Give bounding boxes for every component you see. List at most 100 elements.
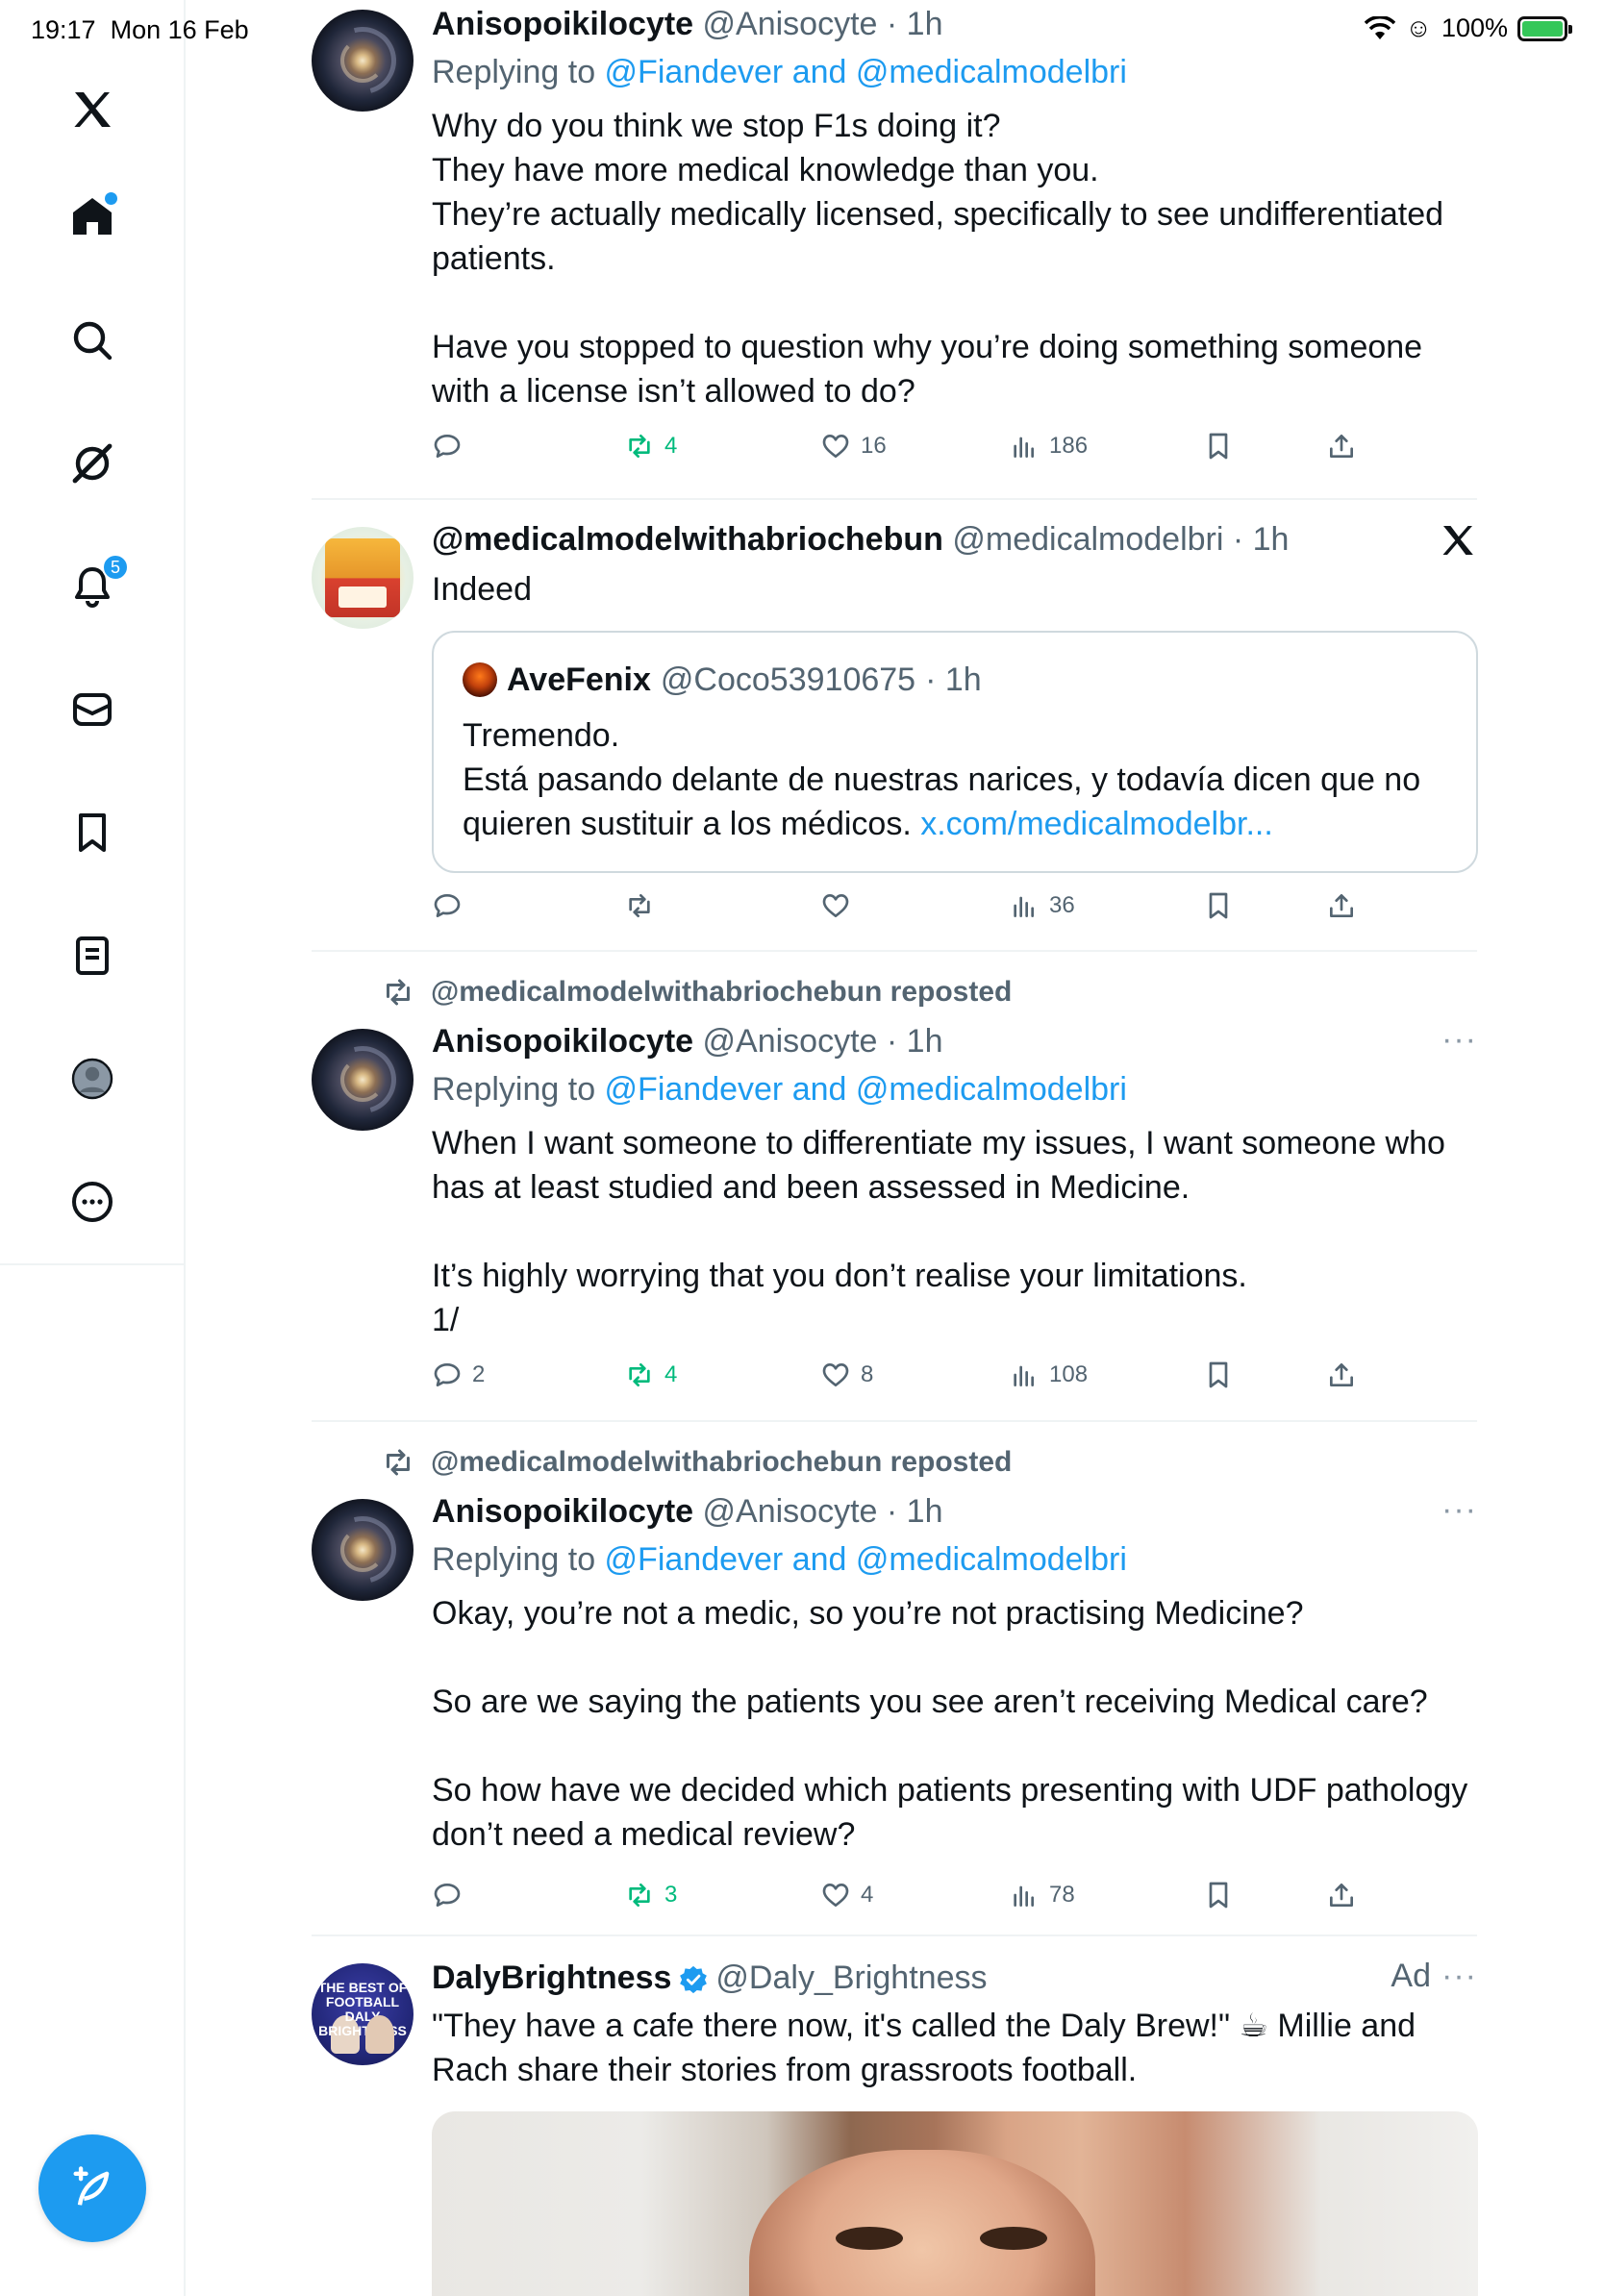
- views-icon: [1014, 437, 1034, 458]
- author-handle[interactable]: @Anisocyte: [703, 6, 878, 42]
- quote-link[interactable]: x.com/medicalmodelbr...: [920, 806, 1273, 842]
- divider: [312, 1934, 1477, 1936]
- quote-tweet[interactable]: AveFenix @Coco53910675 · 1h Tremendo. Es…: [432, 631, 1478, 873]
- tweet-header: Anisopoikilocyte @Anisocyte · 1h: [432, 4, 1477, 44]
- replying-to: Replying to @Fiandever and @medicalmodel…: [432, 1071, 1127, 1108]
- reply-mentions[interactable]: @Fiandever and @medicalmodelbri: [605, 54, 1127, 90]
- author-handle[interactable]: @Anisocyte: [703, 1493, 878, 1530]
- reply-button[interactable]: [432, 1880, 472, 1910]
- lists-icon: [76, 936, 109, 975]
- bookmark-icon: [1209, 892, 1228, 919]
- share-icon: [1330, 1884, 1353, 1907]
- nav-more[interactable]: [63, 1173, 121, 1231]
- share-button[interactable]: [1326, 431, 1357, 462]
- share-button[interactable]: [1326, 890, 1357, 921]
- author-name[interactable]: DalyBrightness: [432, 1959, 671, 1996]
- nav-messages[interactable]: [63, 681, 121, 738]
- compose-button[interactable]: [38, 2134, 146, 2242]
- tweet-actions: 36: [432, 890, 1374, 933]
- bookmark-button[interactable]: [1203, 431, 1234, 462]
- avatar[interactable]: THE BEST OF FOOTBALL DALY BRIGHTNESS: [312, 1963, 414, 2065]
- reply-mentions[interactable]: @Fiandever and @medicalmodelbri: [605, 1071, 1127, 1108]
- reply-icon: [434, 435, 461, 458]
- divider: [312, 1420, 1477, 1422]
- nav-search[interactable]: [63, 312, 121, 369]
- repost-label[interactable]: @medicalmodelwithabriochebun reposted: [431, 976, 1012, 1009]
- repost-button[interactable]: 4: [624, 1360, 677, 1390]
- like-button[interactable]: 16: [820, 431, 887, 462]
- more-icon[interactable]: ···: [1441, 1021, 1477, 1059]
- repost-indicator: @medicalmodelwithabriochebun reposted: [381, 1445, 1012, 1480]
- author-handle[interactable]: @Daly_Brightness: [715, 1959, 987, 1996]
- like-button[interactable]: 4: [820, 1880, 873, 1910]
- author-name[interactable]: Anisopoikilocyte: [432, 6, 693, 42]
- video-thumbnail[interactable]: [432, 2111, 1478, 2296]
- reply-button[interactable]: [432, 890, 472, 921]
- ad-label: Ad: [1391, 1958, 1431, 1994]
- bookmark-button[interactable]: [1203, 1360, 1234, 1390]
- repost-icon: [387, 1449, 410, 1476]
- reply-button[interactable]: 2: [432, 1360, 485, 1390]
- avatar[interactable]: [312, 1029, 414, 1131]
- avatar[interactable]: [312, 10, 414, 112]
- compose-icon: [73, 2166, 110, 2206]
- nav-home[interactable]: [63, 188, 121, 246]
- nav-notifications[interactable]: 5: [63, 554, 129, 615]
- grok-icon: [72, 443, 113, 484]
- repost-label[interactable]: @medicalmodelwithabriochebun reposted: [431, 1446, 1012, 1479]
- share-button[interactable]: [1326, 1880, 1357, 1910]
- tweet-time: · 1h: [886, 6, 943, 42]
- repost-button[interactable]: [624, 890, 664, 921]
- tweet-header: Anisopoikilocyte @Anisocyte · 1h: [432, 1021, 1477, 1061]
- nav-grok[interactable]: [63, 435, 121, 492]
- sidebar-divider: [0, 1263, 186, 1265]
- profile-icon: [71, 1058, 113, 1100]
- battery-icon: [1517, 15, 1572, 41]
- more-icon[interactable]: ···: [1441, 1958, 1477, 1995]
- author-name[interactable]: Anisopoikilocyte: [432, 1493, 693, 1530]
- x-logo-icon[interactable]: [63, 81, 121, 138]
- reply-icon: [434, 1884, 461, 1907]
- tweet-header: @medicalmodelwithabriochebun @medicalmod…: [432, 519, 1477, 560]
- tweet-actions: 3 4 78: [432, 1880, 1374, 1922]
- nav-profile[interactable]: [63, 1050, 121, 1108]
- like-icon: [822, 1363, 849, 1386]
- author-handle[interactable]: @medicalmodelbri: [952, 521, 1223, 558]
- share-icon: [1330, 1363, 1353, 1386]
- repost-button[interactable]: 3: [624, 1880, 677, 1910]
- quote-author-name: AveFenix: [507, 661, 651, 698]
- bookmark-icon: [1209, 433, 1228, 460]
- views-button[interactable]: 108: [1009, 1360, 1088, 1390]
- views-button[interactable]: 36: [1009, 890, 1075, 921]
- repost-icon: [629, 894, 650, 917]
- nav-bookmarks[interactable]: [63, 804, 121, 861]
- more-icon[interactable]: ···: [1441, 1491, 1477, 1529]
- reply-button[interactable]: [432, 431, 472, 462]
- avatar-text: THE BEST OF FOOTBALL DALY BRIGHTNESS: [317, 1980, 408, 2038]
- views-icon: [1014, 896, 1034, 917]
- divider: [312, 950, 1477, 952]
- author-name[interactable]: @medicalmodelwithabriochebun: [432, 521, 943, 558]
- bookmark-button[interactable]: [1203, 890, 1234, 921]
- tweet-text: When I want someone to differentiate my …: [432, 1125, 1445, 1338]
- like-icon: [822, 435, 849, 458]
- author-handle[interactable]: @Anisocyte: [703, 1023, 878, 1060]
- repost-button[interactable]: 4: [624, 431, 677, 462]
- views-button[interactable]: 78: [1009, 1880, 1075, 1910]
- quote-author-handle: @Coco53910675: [660, 661, 916, 698]
- share-icon: [1330, 435, 1353, 458]
- nav-lists[interactable]: [63, 927, 121, 985]
- bookmark-button[interactable]: [1203, 1880, 1234, 1910]
- reply-mentions[interactable]: @Fiandever and @medicalmodelbri: [605, 1541, 1127, 1578]
- avatar[interactable]: [312, 1499, 414, 1601]
- like-button[interactable]: [820, 890, 861, 921]
- avatar[interactable]: [312, 527, 414, 629]
- tweet-header: Anisopoikilocyte @Anisocyte · 1h: [432, 1491, 1477, 1532]
- tweet-actions: 2 4 8 108: [432, 1360, 1374, 1402]
- share-button[interactable]: [1326, 1360, 1357, 1390]
- sidebar: 5: [0, 0, 186, 2296]
- author-name[interactable]: Anisopoikilocyte: [432, 1023, 693, 1060]
- like-button[interactable]: 8: [820, 1360, 873, 1390]
- quote-avatar: [463, 662, 497, 697]
- views-button[interactable]: 186: [1009, 431, 1088, 462]
